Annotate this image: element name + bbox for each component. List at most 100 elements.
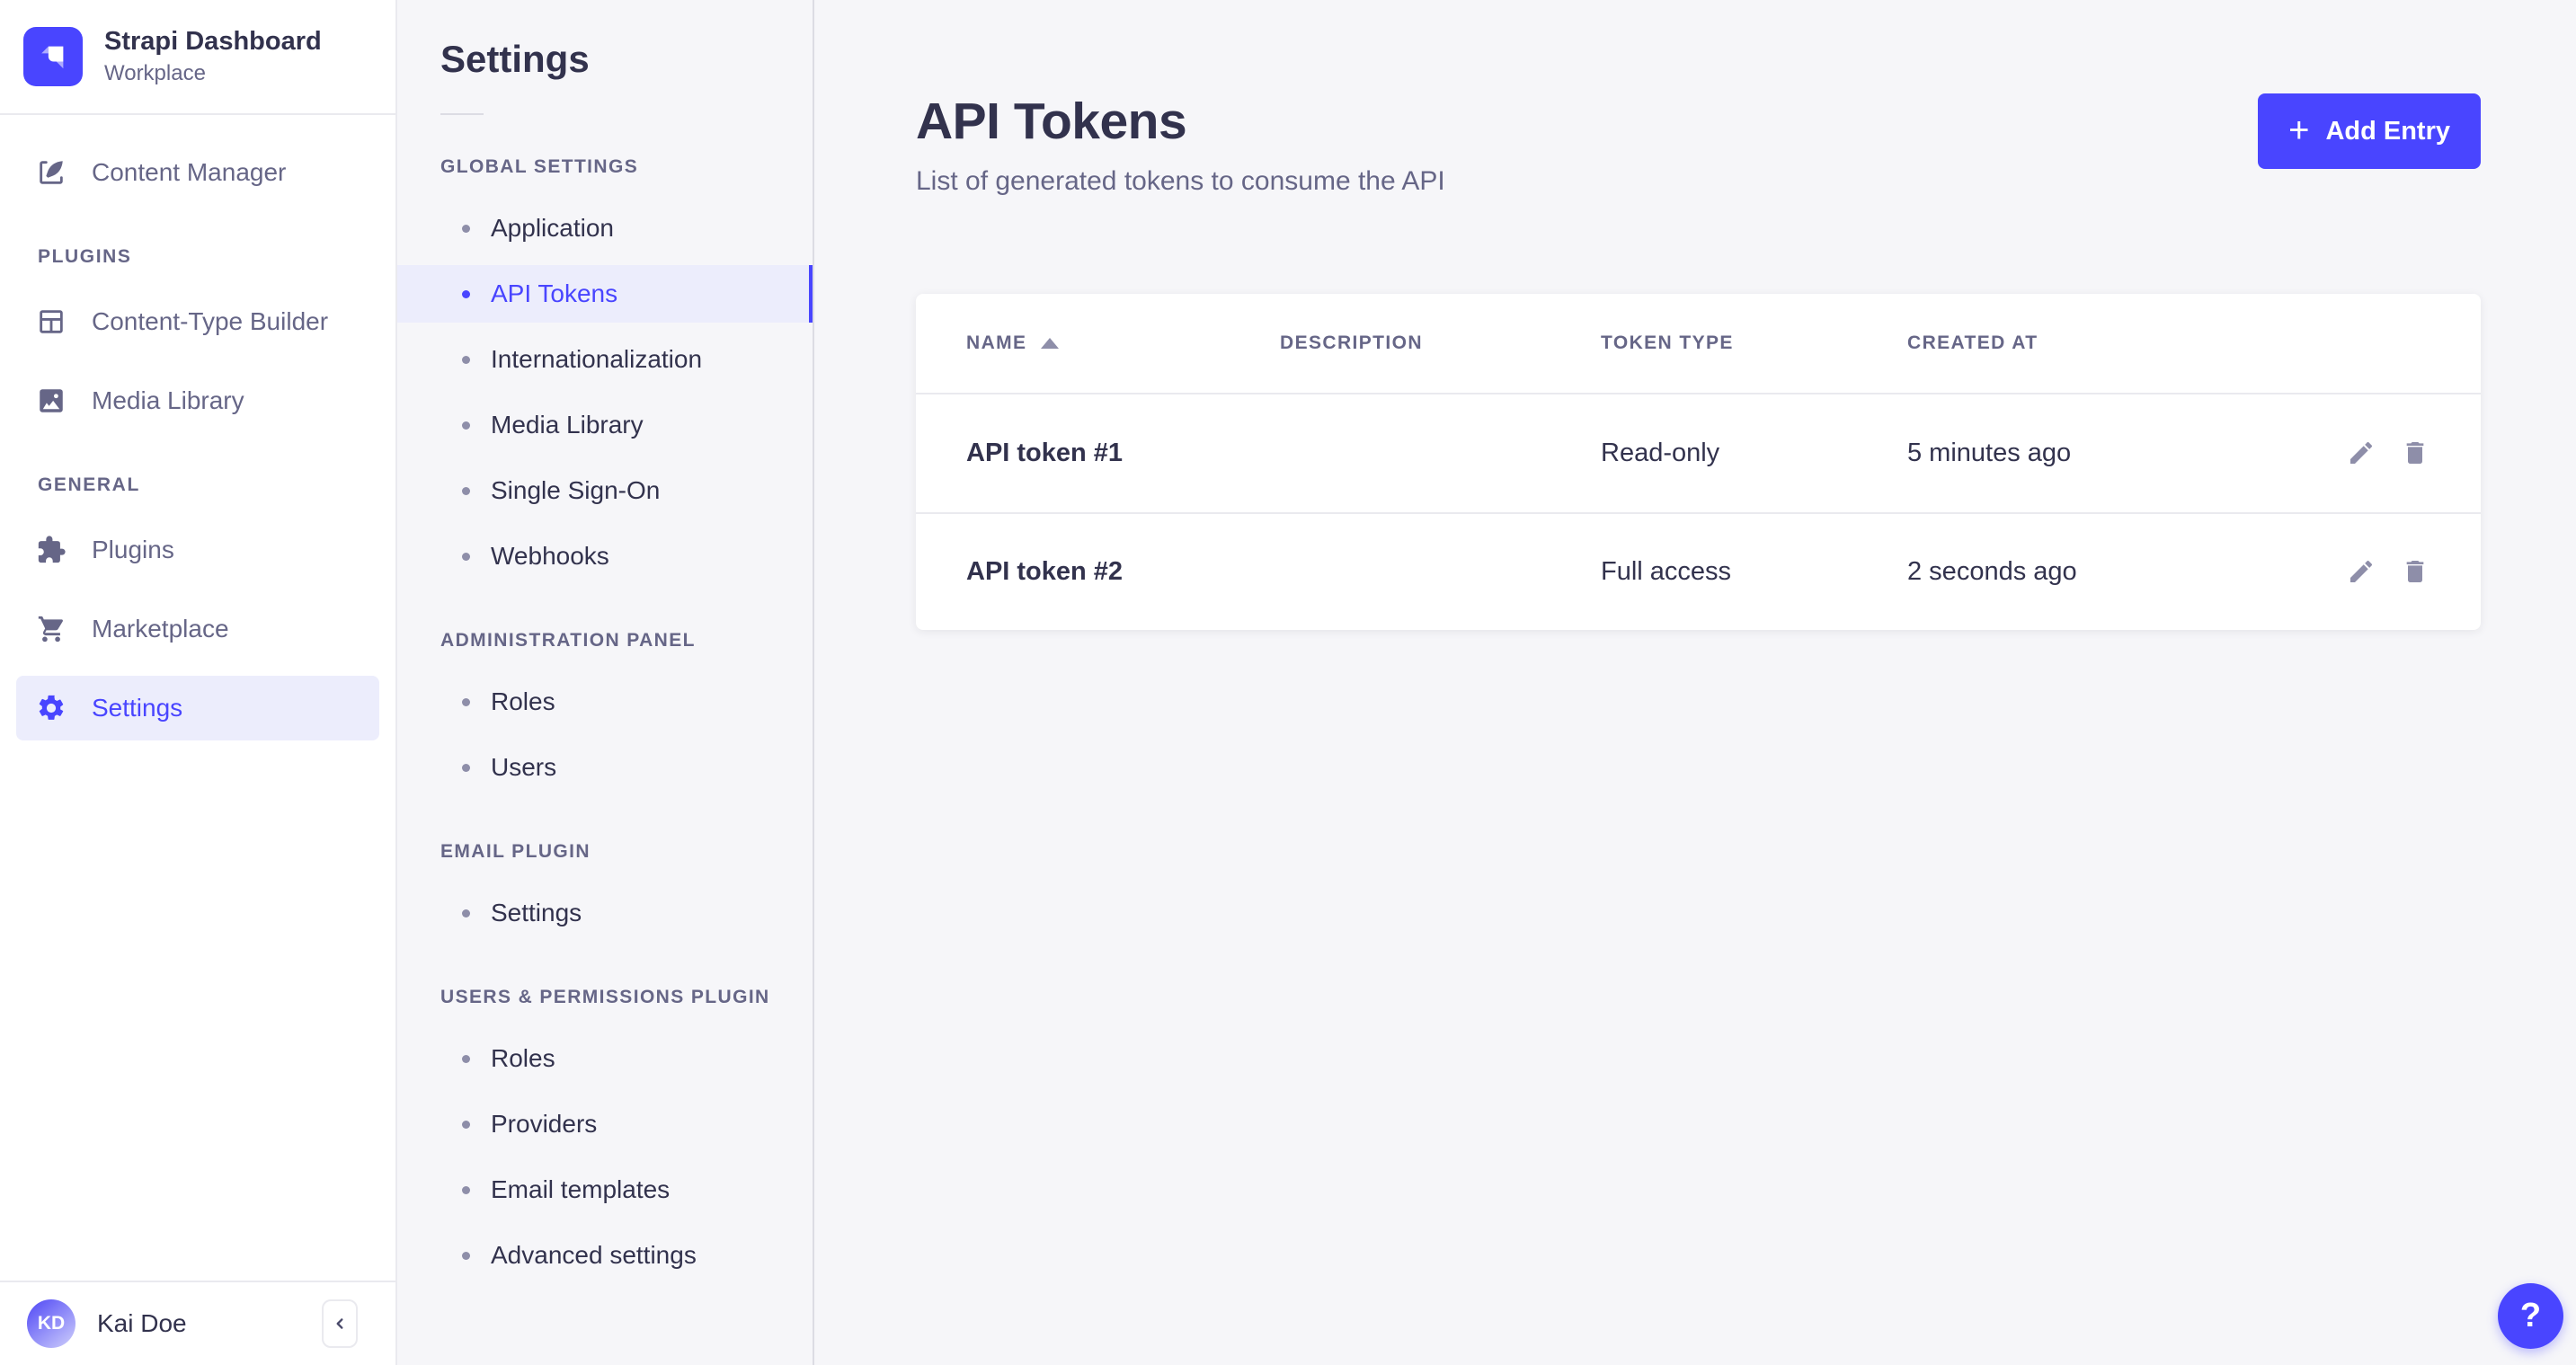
user-name: Kai Doe [97, 1309, 300, 1338]
subnav-item-label: Settings [491, 899, 582, 927]
bullet-icon [462, 1252, 470, 1260]
sidebar-section-general: GENERAL [38, 474, 395, 496]
add-entry-label: Add Entry [2325, 117, 2450, 146]
subnav-divider [440, 113, 484, 115]
avatar[interactable]: KD [27, 1299, 76, 1348]
api-tokens-table: NAME DESCRIPTION TOKEN TYPE CREATED AT A… [916, 294, 2481, 630]
edit-button[interactable] [2346, 439, 2376, 469]
column-header-created-at: CREATED AT [1907, 332, 2312, 354]
shopping-cart-icon [36, 614, 67, 644]
bullet-icon [462, 487, 470, 495]
sidebar-item-plugins[interactable]: Plugins [16, 518, 379, 582]
sidebar-item-media-library[interactable]: Media Library [16, 368, 379, 433]
subnav-item-up-providers[interactable]: Providers [397, 1095, 813, 1153]
subnav-item-up-email-templates[interactable]: Email templates [397, 1161, 813, 1219]
bullet-icon [462, 1121, 470, 1129]
sidebar-item-label: Plugins [92, 536, 174, 564]
plus-icon: + [2288, 112, 2309, 148]
bullet-icon [462, 698, 470, 706]
subnav-item-label: Providers [491, 1110, 597, 1139]
row-actions [2312, 557, 2430, 588]
question-mark-icon: ? [2520, 1297, 2541, 1334]
subnav-item-admin-roles[interactable]: Roles [397, 673, 813, 731]
workspace-switcher[interactable]: Strapi Dashboard Workplace [0, 0, 395, 115]
subnav-section-users-permissions-plugin: USERS & PERMISSIONS PLUGIN [440, 987, 813, 1008]
edit-button[interactable] [2346, 557, 2376, 588]
sidebar-item-content-type-builder[interactable]: Content-Type Builder [16, 289, 379, 354]
add-entry-button[interactable]: + Add Entry [2258, 93, 2481, 169]
subnav-item-label: Roles [491, 1044, 555, 1073]
subnav-section-global-settings: GLOBAL SETTINGS [440, 156, 813, 178]
subnav-item-media-library[interactable]: Media Library [397, 396, 813, 454]
table-row[interactable]: API token #2 Full access 2 seconds ago [916, 512, 2481, 630]
trash-icon [2401, 439, 2429, 467]
workspace-header-text: Strapi Dashboard Workplace [104, 27, 322, 86]
subnav-item-application[interactable]: Application [397, 199, 813, 257]
token-name: API token #1 [966, 439, 1280, 468]
table-row[interactable]: API token #1 Read-only 5 minutes ago [916, 394, 2481, 512]
main-content: API Tokens List of generated tokens to c… [814, 0, 2576, 1365]
subnav-item-label: Webhooks [491, 542, 609, 571]
sort-ascending-icon[interactable] [1041, 338, 1059, 349]
gear-icon [36, 693, 67, 723]
puzzle-piece-icon [36, 535, 67, 565]
subnav-item-internationalization[interactable]: Internationalization [397, 331, 813, 388]
bullet-icon [462, 764, 470, 772]
app-title: Strapi Dashboard [104, 27, 322, 57]
sidebar-item-label: Marketplace [92, 615, 229, 643]
bullet-icon [462, 553, 470, 561]
help-button[interactable]: ? [2498, 1283, 2563, 1349]
subnav-item-label: Single Sign-On [491, 476, 660, 505]
row-actions [2312, 439, 2430, 469]
column-header-label: NAME [966, 332, 1026, 354]
subnav-item-label: Internationalization [491, 345, 702, 374]
subnav-item-webhooks[interactable]: Webhooks [397, 527, 813, 585]
sidebar-item-content-manager[interactable]: Content Manager [16, 140, 379, 205]
strapi-logo-icon [23, 27, 83, 86]
sidebar-item-label: Content-Type Builder [92, 307, 328, 336]
subnav-section-administration-panel: ADMINISTRATION PANEL [440, 630, 813, 651]
sidebar-item-settings[interactable]: Settings [16, 676, 379, 740]
pencil-icon [2347, 557, 2376, 586]
sidebar-menu: Content Manager PLUGINS Content-Type Bui… [0, 115, 395, 1281]
subnav-item-label: Advanced settings [491, 1241, 697, 1270]
token-name: API token #2 [966, 557, 1280, 587]
sidebar-footer: KD Kai Doe [0, 1281, 395, 1365]
workspace-name: Workplace [104, 61, 322, 86]
subnav-item-label: Application [491, 214, 614, 243]
subnav-item-label: Media Library [491, 411, 644, 439]
page-header: API Tokens List of generated tokens to c… [916, 92, 2481, 197]
bullet-icon [462, 421, 470, 430]
avatar-initials: KD [38, 1313, 65, 1334]
strapi-mark [33, 37, 73, 76]
chevron-left-icon [330, 1314, 350, 1334]
subnav-item-api-tokens[interactable]: API Tokens [397, 265, 813, 323]
bullet-icon [462, 356, 470, 364]
sidebar-item-marketplace[interactable]: Marketplace [16, 597, 379, 661]
bullet-icon [462, 225, 470, 233]
table-header-row: NAME DESCRIPTION TOKEN TYPE CREATED AT [916, 294, 2481, 394]
subnav-item-up-advanced-settings[interactable]: Advanced settings [397, 1227, 813, 1284]
subnav-item-label: Users [491, 753, 556, 782]
delete-button[interactable] [2400, 557, 2430, 588]
subnav-item-label: Email templates [491, 1175, 670, 1204]
subnav-item-label: Roles [491, 687, 555, 716]
layout-grid-icon [36, 306, 67, 337]
subnav-section-email-plugin: EMAIL PLUGIN [440, 841, 813, 863]
sidebar-item-label: Content Manager [92, 158, 286, 187]
column-header-label: CREATED AT [1907, 332, 2038, 354]
subnav-item-up-roles[interactable]: Roles [397, 1030, 813, 1087]
token-created-at: 2 seconds ago [1907, 557, 2312, 587]
subnav-item-single-sign-on[interactable]: Single Sign-On [397, 462, 813, 519]
delete-button[interactable] [2400, 439, 2430, 469]
page-header-text: API Tokens List of generated tokens to c… [916, 92, 1445, 197]
column-header-label: DESCRIPTION [1280, 332, 1423, 354]
token-created-at: 5 minutes ago [1907, 439, 2312, 468]
collapse-sidebar-button[interactable] [322, 1299, 358, 1348]
subnav-item-email-settings[interactable]: Settings [397, 884, 813, 942]
settings-subnav: Settings GLOBAL SETTINGS Application API… [397, 0, 814, 1365]
column-header-name[interactable]: NAME [966, 332, 1280, 354]
pencil-icon [2347, 439, 2376, 467]
subnav-item-admin-users[interactable]: Users [397, 739, 813, 796]
sidebar-section-plugins: PLUGINS [38, 246, 395, 268]
